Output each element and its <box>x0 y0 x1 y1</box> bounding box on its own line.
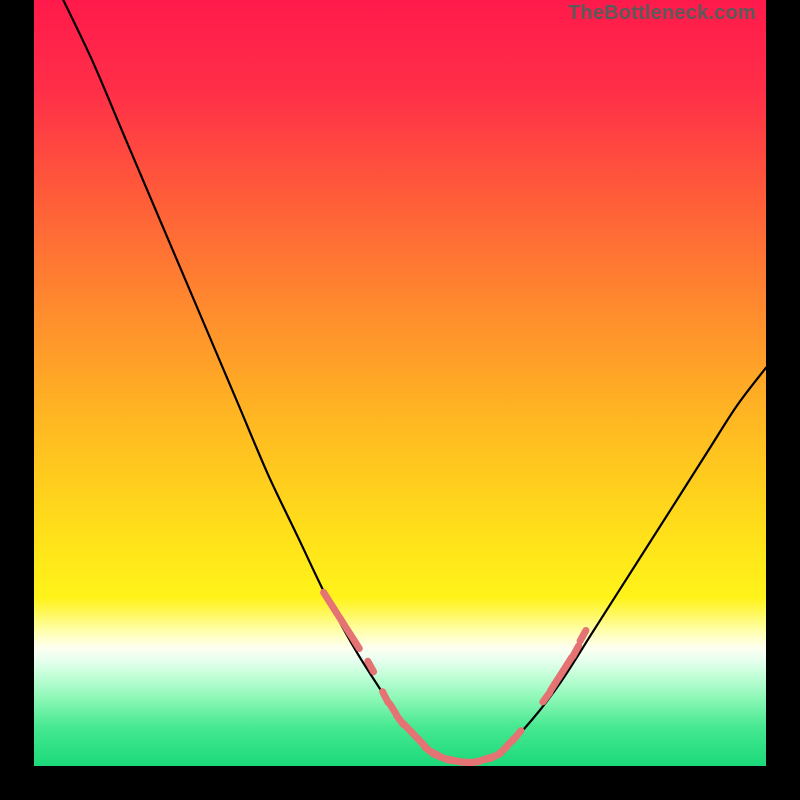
bottleneck-curve <box>63 0 766 763</box>
plot-area: TheBottleneck.com <box>34 0 766 766</box>
marker-dash <box>390 704 396 714</box>
marker-dash <box>580 631 586 642</box>
marker-dash <box>383 692 389 703</box>
highlight-markers <box>324 592 586 762</box>
chart-svg <box>34 0 766 766</box>
marker-dash <box>513 731 521 740</box>
